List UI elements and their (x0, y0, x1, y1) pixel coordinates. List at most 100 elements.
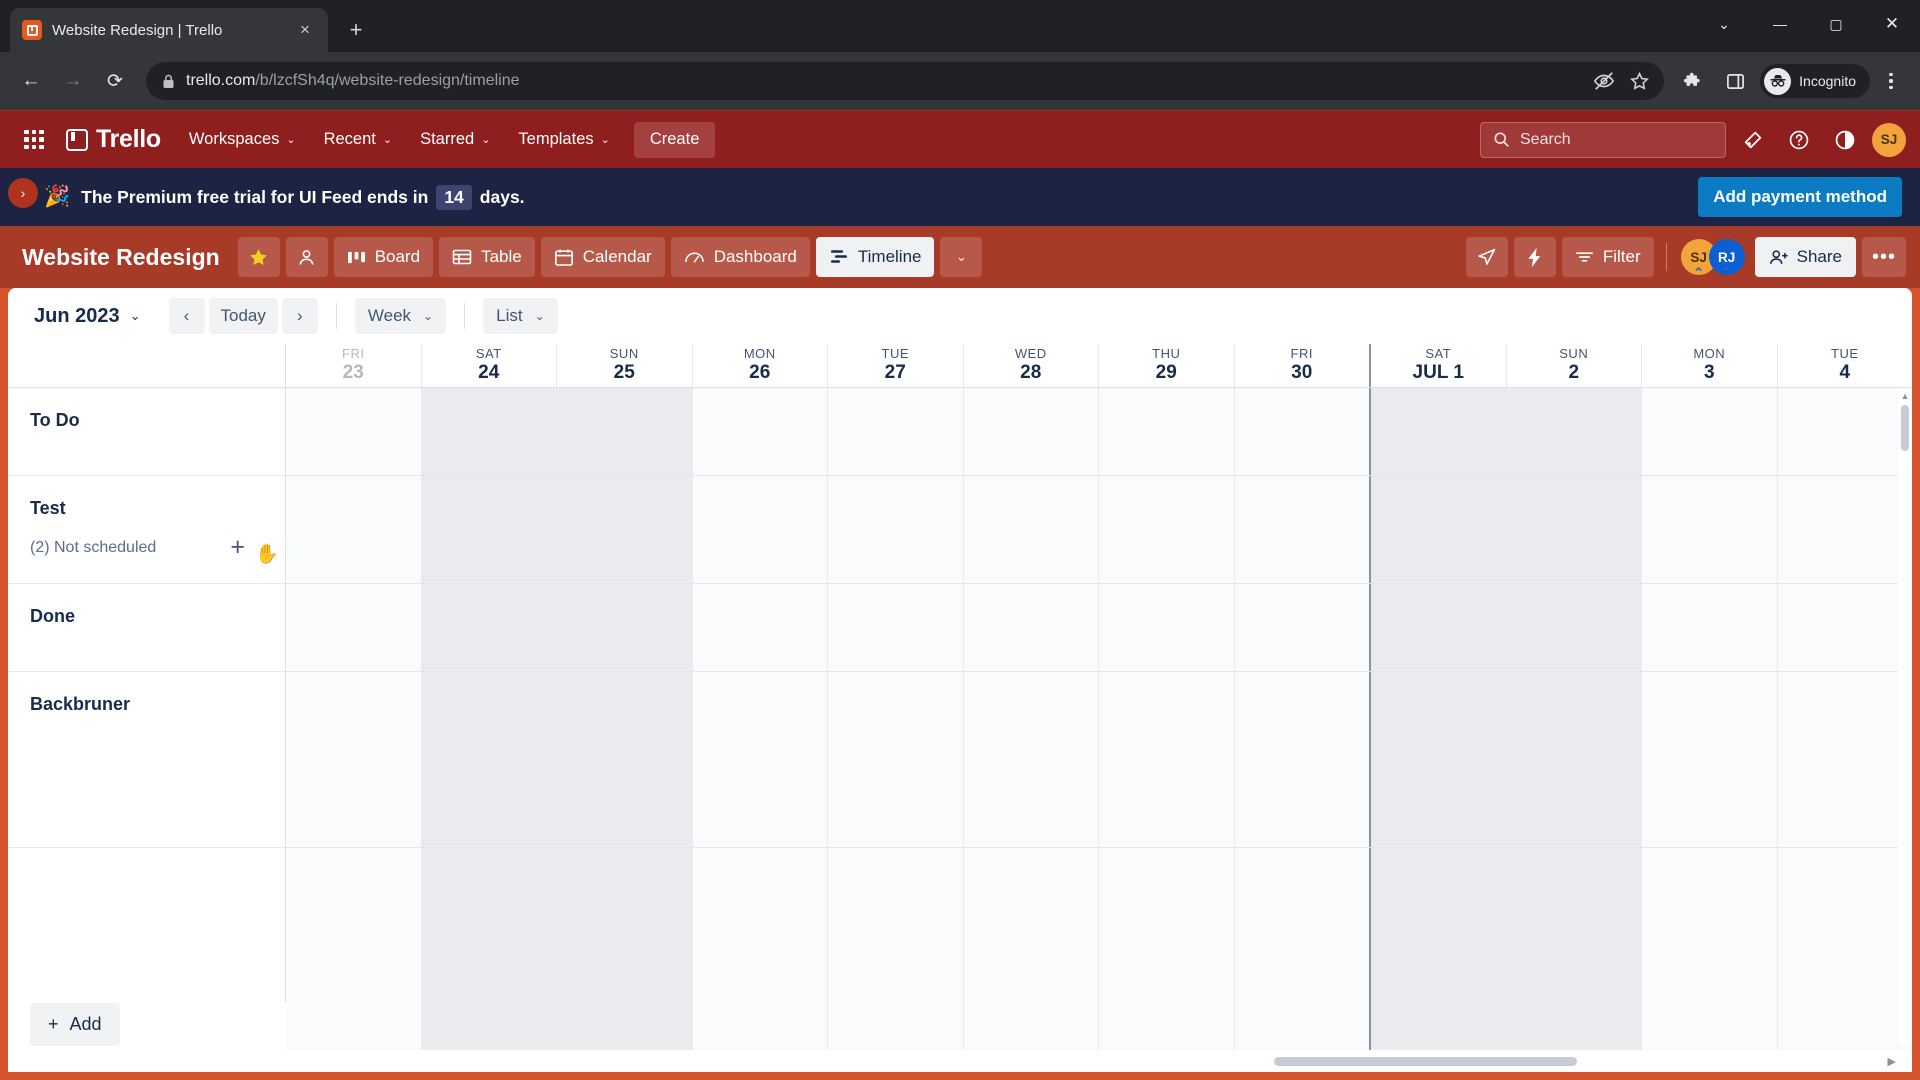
chevron-down-icon: ⌄ (534, 309, 545, 323)
timeline-day-header: FRI 23 SAT 24 SUN 25 MON 26 TUE 27 WED 28 THU 29 FRI 30… (8, 344, 1912, 388)
nav-label: Recent (323, 130, 376, 148)
timeline-canvas[interactable] (286, 388, 1912, 1072)
chevron-down-icon[interactable]: ⌄ (1696, 0, 1752, 48)
day-number: 24 (478, 361, 500, 383)
bell-icon[interactable] (1734, 121, 1772, 159)
lane-test[interactable]: Test (2) Not scheduled + ✋ (8, 476, 285, 584)
lane-done[interactable]: Done (8, 584, 285, 672)
group-by-selector[interactable]: List ⌄ (483, 298, 558, 334)
address-bar[interactable]: trello.com/b/lzcfSh4q/website-redesign/t… (146, 62, 1665, 100)
chevron-down-icon: ⌄ (481, 134, 491, 146)
star-filled-icon[interactable] (237, 237, 280, 277)
sidebar-expand-icon[interactable]: › (8, 178, 38, 208)
close-tab-icon[interactable]: × (294, 19, 316, 41)
workspace-visible-icon[interactable] (285, 237, 328, 277)
add-list-button[interactable]: + Add (30, 1003, 120, 1046)
day-header-fri-30[interactable]: FRI 30 (1233, 344, 1370, 387)
forward-icon[interactable]: → (54, 62, 92, 100)
chevron-down-icon: ⌄ (423, 309, 434, 323)
timeline-row[interactable] (286, 672, 1912, 848)
previous-period-button[interactable]: ‹ (168, 298, 205, 334)
plus-icon: + (48, 1014, 59, 1034)
more-views-chevron-icon[interactable]: ⌄ (940, 237, 983, 277)
vertical-scroll-thumb[interactable] (1901, 405, 1909, 451)
banner-text-before: The Premium free trial for UI Feed ends … (81, 186, 429, 207)
day-header-sun-2[interactable]: SUN 2 (1505, 344, 1642, 387)
share-button[interactable]: Share (1754, 237, 1856, 277)
close-window-button[interactable]: ✕ (1864, 0, 1920, 48)
day-header-sat-jul-1[interactable]: SAT JUL 1 (1369, 344, 1506, 387)
board-menu-button[interactable]: ••• (1862, 237, 1906, 277)
back-icon[interactable]: ← (12, 62, 50, 100)
timeline-row[interactable] (286, 388, 1912, 476)
day-of-week: SAT (475, 346, 502, 362)
maximize-button[interactable]: ▢ (1808, 0, 1864, 48)
incognito-indicator[interactable]: Incognito (1760, 64, 1870, 98)
lightning-bolt-icon[interactable] (1513, 237, 1556, 277)
nav-starred[interactable]: Starred ⌄ (408, 122, 502, 158)
time-unit-selector[interactable]: Week ⌄ (354, 298, 447, 334)
timeline-body: To Do Test (2) Not scheduled + ✋ Done Backbrun… (8, 388, 1912, 1072)
timeline-row[interactable] (286, 584, 1912, 672)
board-title[interactable]: Website Redesign (22, 244, 220, 271)
view-tab-timeline[interactable]: Timeline (815, 237, 935, 277)
theme-contrast-icon[interactable] (1826, 121, 1864, 159)
eye-off-icon[interactable] (1593, 70, 1615, 92)
view-tab-dashboard[interactable]: Dashboard (670, 237, 810, 277)
nav-label: Templates (518, 130, 594, 148)
puzzle-icon[interactable] (1674, 62, 1712, 100)
lane-to-do[interactable]: To Do (8, 388, 285, 476)
timeline-card: Jun 2023 ⌄ ‹ Today › Week ⌄ List ⌄ FRI 2… (8, 288, 1912, 1072)
side-panel-icon[interactable] (1716, 62, 1754, 100)
timeline-row[interactable] (286, 476, 1912, 584)
member-avatar-rj[interactable]: RJ ⌃ (1708, 239, 1745, 279)
browser-toolbar: ← → ⟳ trello.com/b/lzcfSh4q/website-rede… (0, 52, 1920, 110)
search-input[interactable]: Search (1480, 121, 1726, 158)
lane-backbruner[interactable]: Backbruner (8, 672, 285, 848)
horizontal-scroll-thumb[interactable] (1273, 1056, 1577, 1066)
view-tab-table[interactable]: Table (439, 237, 535, 277)
vertical-scrollbar[interactable]: ▲ (1898, 388, 1912, 1046)
view-tab-calendar[interactable]: Calendar (540, 237, 665, 277)
day-header-mon-26[interactable]: MON 26 (691, 344, 828, 387)
app-grid-icon[interactable] (14, 120, 54, 160)
rocket-icon[interactable] (1465, 237, 1508, 277)
month-selector[interactable]: Jun 2023 ⌄ (26, 300, 149, 333)
day-header-tue-27[interactable]: TUE 27 (827, 344, 963, 387)
day-header-tue-4[interactable]: TUE 4 (1776, 344, 1913, 387)
day-header-sat-24[interactable]: SAT 24 (420, 344, 557, 387)
nav-workspaces[interactable]: Workspaces ⌄ (177, 122, 308, 158)
trello-logo[interactable]: Trello (58, 125, 173, 154)
timeline-view: Jun 2023 ⌄ ‹ Today › Week ⌄ List ⌄ FRI 2… (0, 288, 1920, 1080)
horizontal-scroll-track[interactable] (286, 1056, 1880, 1066)
help-icon[interactable] (1780, 121, 1818, 159)
scroll-up-icon[interactable]: ▲ (1901, 388, 1910, 401)
nav-recent[interactable]: Recent ⌄ (312, 122, 405, 158)
lock-icon (162, 74, 175, 89)
view-tab-label: Table (481, 247, 522, 266)
filter-button[interactable]: Filter (1561, 237, 1654, 277)
nav-templates[interactable]: Templates ⌄ (506, 122, 621, 158)
horizontal-scrollbar[interactable]: ▶ (8, 1050, 1912, 1072)
kebab-menu-icon[interactable] (1874, 62, 1908, 100)
scroll-right-icon[interactable]: ▶ (1888, 1055, 1896, 1068)
day-header-sun-25[interactable]: SUN 25 (556, 344, 692, 387)
day-header-wed-28[interactable]: WED 28 (962, 344, 1099, 387)
browser-tab[interactable]: Website Redesign | Trello × (10, 8, 328, 52)
minimize-button[interactable]: — (1752, 0, 1808, 48)
view-tab-board[interactable]: Board (333, 237, 434, 277)
day-header-thu-29[interactable]: THU 29 (1098, 344, 1234, 387)
avatar[interactable]: SJ (1872, 122, 1906, 157)
bookmark-star-icon[interactable] (1629, 71, 1650, 92)
day-columns: FRI 23 SAT 24 SUN 25 MON 26 TUE 27 WED 28 THU 29 FRI 30… (286, 344, 1912, 387)
today-button[interactable]: Today (208, 298, 278, 334)
reload-icon[interactable]: ⟳ (96, 62, 134, 100)
create-button[interactable]: Create (633, 121, 716, 158)
member-initials: SJ (1690, 249, 1707, 265)
calendar-icon (554, 249, 573, 266)
day-header-fri-23[interactable]: FRI 23 (286, 344, 421, 387)
day-header-mon-3[interactable]: MON 3 (1641, 344, 1777, 387)
next-period-button[interactable]: › (281, 298, 318, 334)
new-tab-button[interactable]: + (338, 12, 374, 48)
add-payment-method-button[interactable]: Add payment method (1698, 177, 1902, 217)
